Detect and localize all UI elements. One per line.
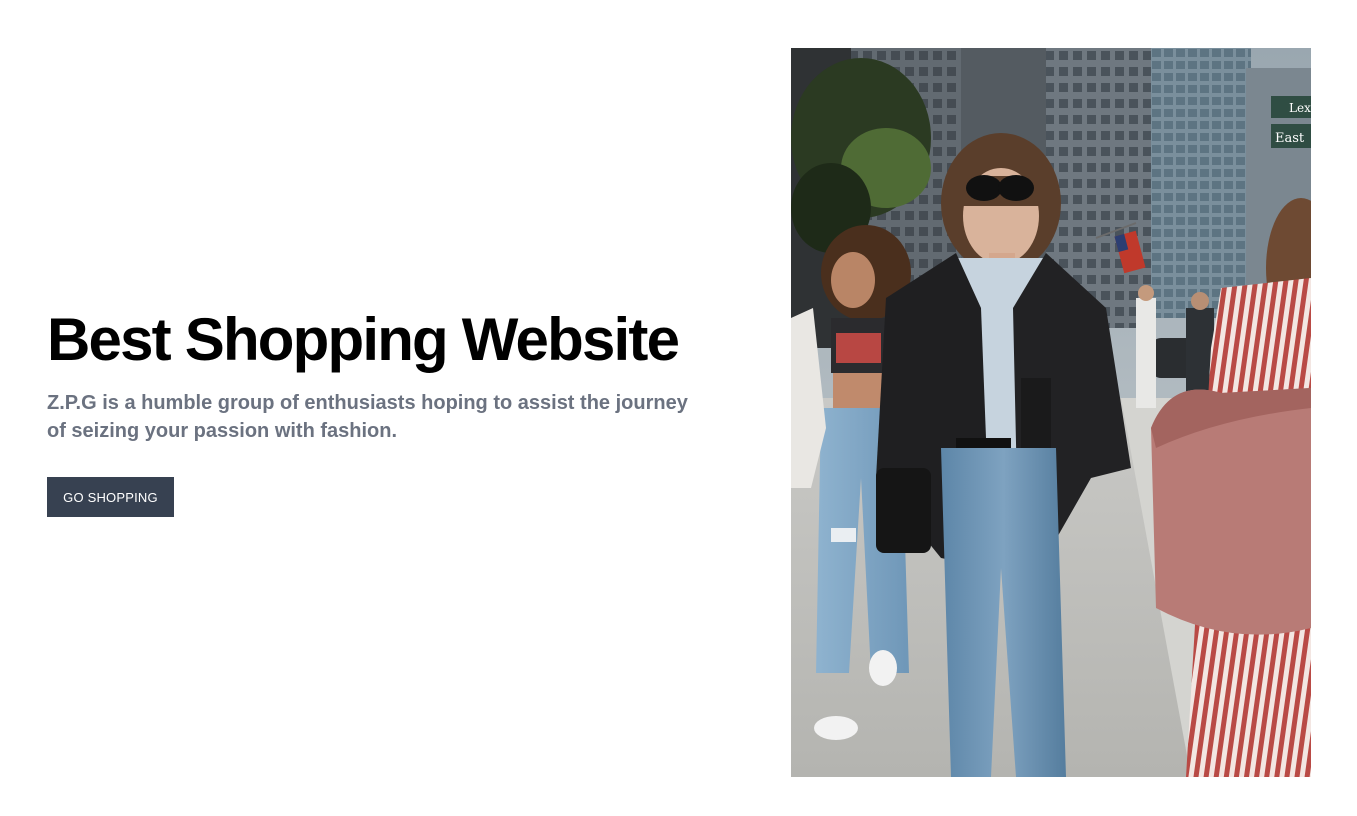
hero-text-block: Best Shopping Website Z.P.G is a humble …: [47, 305, 747, 517]
street-sign-bottom: East: [1275, 131, 1305, 146]
hero-title: Best Shopping Website: [47, 306, 680, 373]
go-shopping-button[interactable]: GO SHOPPING: [47, 477, 174, 517]
hero-page: Best Shopping Website Z.P.G is a humble …: [0, 0, 1357, 816]
hero-description: Z.P.G is a humble group of enthusiasts h…: [47, 392, 688, 442]
hero-photo: Lex East: [791, 48, 1311, 777]
street-fashion-photo: Lex East: [791, 48, 1311, 777]
street-sign-top: Lex: [1289, 101, 1311, 115]
